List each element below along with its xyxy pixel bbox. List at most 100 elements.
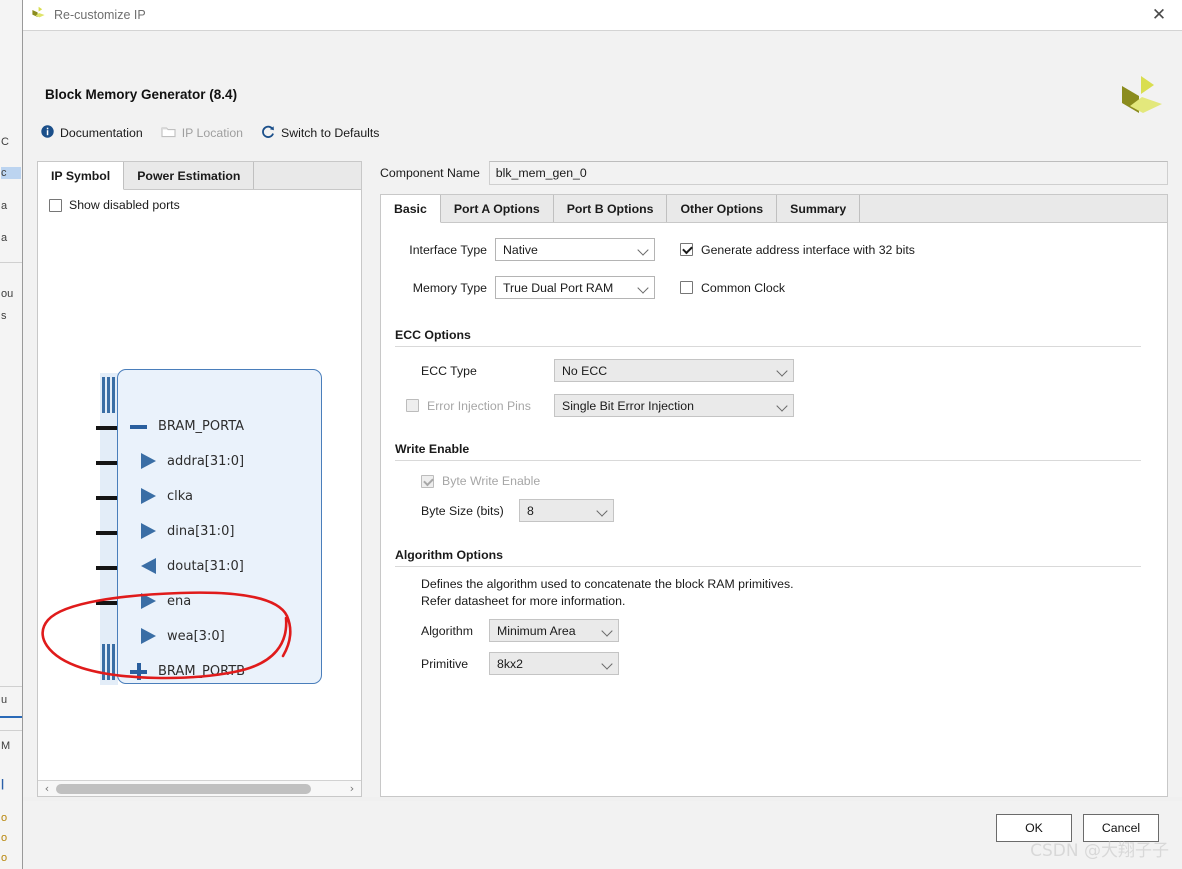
ecc-type-value: No ECC	[562, 363, 608, 378]
chevron-down-icon	[601, 657, 614, 670]
scroll-right-icon[interactable]: ›	[345, 782, 359, 795]
memory-type-label: Memory Type	[412, 280, 487, 295]
port-row-addra: addra[31:0]	[130, 451, 244, 471]
switch-to-defaults-label: Switch to Defaults	[281, 126, 380, 140]
group-divider	[395, 346, 1141, 347]
bus-stub-portb-icon	[102, 644, 117, 680]
documentation-label: Documentation	[60, 126, 143, 140]
write-enable-group: Write Enable Byte Write Enable Byte Size…	[381, 442, 1167, 525]
byte-write-enable-label: Byte Write Enable	[442, 474, 541, 488]
byte-size-value: 8	[527, 503, 534, 518]
primitive-label: Primitive	[421, 656, 469, 671]
port-label: wea[3:0]	[167, 628, 225, 644]
byte-size-label: Byte Size (bits)	[421, 503, 504, 518]
info-icon	[41, 125, 54, 141]
component-name-row: Component Name blk_mem_gen_0	[380, 161, 1168, 185]
ip-symbol-hscrollbar[interactable]: ‹ ›	[38, 780, 361, 796]
ecc-type-select[interactable]: No ECC	[554, 359, 794, 382]
primitive-value: 8kx2	[497, 656, 523, 671]
scroll-trough[interactable]	[54, 783, 345, 795]
tab-power-estimation[interactable]: Power Estimation	[124, 162, 255, 189]
error-injection-pins-label: Error Injection Pins	[427, 398, 531, 413]
arrow-in-icon	[141, 488, 156, 504]
ecc-options-group: ECC Options ECC Type No ECC Error Inject…	[381, 328, 1167, 420]
ip-symbol-canvas[interactable]: BRAM_PORTA addra[31:0] clka dina[31:0] d…	[38, 212, 361, 780]
bg-fragment: |	[1, 778, 5, 790]
background-left-strip: C c a a ou s u M | o o o	[0, 0, 22, 869]
pin-stub-dina	[96, 496, 118, 500]
documentation-link[interactable]: Documentation	[41, 125, 143, 141]
left-panel-tabstrip: IP Symbol Power Estimation	[38, 162, 361, 190]
port-row-bram-porta[interactable]: BRAM_PORTA	[130, 416, 244, 436]
chevron-down-icon	[637, 281, 650, 294]
common-clock-row[interactable]: Common Clock	[680, 281, 785, 295]
tab-ip-symbol[interactable]: IP Symbol	[38, 162, 125, 190]
algorithm-options-group: Algorithm Options Defines the algorithm …	[381, 548, 1167, 678]
memory-type-select[interactable]: True Dual Port RAM	[495, 276, 655, 299]
interface-type-value: Native	[503, 242, 538, 257]
port-label: clka	[167, 488, 194, 504]
ip-location-label: IP Location	[181, 126, 244, 140]
chevron-down-icon	[601, 624, 614, 637]
algorithm-select[interactable]: Minimum Area	[489, 619, 619, 642]
tab-port-a-options[interactable]: Port A Options	[441, 195, 554, 222]
tab-other-options[interactable]: Other Options	[667, 195, 778, 222]
component-name-input[interactable]: blk_mem_gen_0	[488, 161, 1168, 185]
error-injection-pins-checkbox	[406, 399, 419, 412]
interface-type-select[interactable]: Native	[495, 238, 655, 261]
scroll-left-icon[interactable]: ‹	[40, 782, 54, 795]
primitive-select[interactable]: 8kx2	[489, 652, 619, 675]
ip-symbol-block: BRAM_PORTA addra[31:0] clka dina[31:0] d…	[117, 369, 322, 684]
refresh-icon	[261, 125, 275, 142]
interface-type-row: Interface Type Native Generate address i…	[381, 235, 1167, 264]
byte-write-enable-row: Byte Write Enable	[381, 474, 1167, 488]
tab-port-b-options[interactable]: Port B Options	[554, 195, 668, 222]
ecc-type-label: ECC Type	[421, 363, 477, 378]
port-row-clka: clka	[130, 486, 193, 506]
folder-icon	[161, 125, 176, 141]
bg-fragment: o	[1, 832, 8, 844]
tab-basic[interactable]: Basic	[381, 195, 441, 223]
tabstrip-filler	[860, 195, 1167, 222]
switch-to-defaults-link[interactable]: Switch to Defaults	[261, 125, 379, 142]
dialog-footer: OK Cancel CSDN @大翔子子	[23, 801, 1182, 869]
minus-icon[interactable]	[130, 418, 147, 435]
scroll-thumb[interactable]	[56, 783, 311, 794]
pin-stub-douta	[96, 531, 118, 535]
bg-fragment: u	[1, 694, 8, 706]
error-injection-pins-row: Error Injection Pins Single Bit Error In…	[381, 391, 1167, 420]
arrow-out-icon	[141, 558, 156, 574]
plus-icon[interactable]	[130, 662, 147, 680]
write-enable-title: Write Enable	[395, 442, 470, 456]
tab-summary[interactable]: Summary	[777, 195, 861, 222]
port-row-bram-portb[interactable]: BRAM_PORTB	[130, 661, 245, 681]
generate-address-interface-label: Generate address interface with 32 bits	[701, 242, 915, 257]
port-label: ena	[167, 593, 192, 609]
algorithm-help-line-1: Defines the algorithm used to concatenat…	[421, 577, 794, 591]
options-panel: Component Name blk_mem_gen_0 Basic Port …	[380, 161, 1168, 797]
generate-address-interface-row[interactable]: Generate address interface with 32 bits	[680, 243, 915, 257]
main-tabstrip: Basic Port A Options Port B Options Othe…	[381, 195, 1167, 223]
byte-size-select[interactable]: 8	[519, 499, 614, 522]
show-disabled-ports-row[interactable]: Show disabled ports	[38, 190, 361, 212]
error-injection-pins-checkbox-row: Error Injection Pins	[406, 399, 546, 413]
bus-stub-porta-icon	[102, 377, 117, 413]
memory-type-row: Memory Type True Dual Port RAM Common Cl…	[381, 273, 1167, 302]
show-disabled-ports-checkbox[interactable]	[49, 198, 62, 212]
common-clock-checkbox[interactable]	[680, 281, 693, 294]
arrow-in-icon	[141, 628, 156, 644]
generate-address-interface-checkbox[interactable]	[680, 243, 693, 256]
bg-fragment: a	[1, 232, 8, 244]
pin-stub-wea	[96, 601, 118, 605]
dialog-header: Block Memory Generator (8.4)	[23, 31, 1182, 119]
chevron-down-icon	[776, 399, 789, 412]
algorithm-options-title: Algorithm Options	[395, 548, 503, 562]
chevron-down-icon	[596, 504, 609, 517]
ip-location-link: IP Location	[161, 125, 243, 141]
group-divider	[395, 566, 1141, 567]
xilinx-brand-logo-icon	[1118, 75, 1164, 115]
group-divider	[395, 460, 1141, 461]
primitive-row: Primitive 8kx2	[381, 649, 1167, 678]
close-icon[interactable]: ✕	[1142, 1, 1176, 30]
error-injection-type-select[interactable]: Single Bit Error Injection	[554, 394, 794, 417]
